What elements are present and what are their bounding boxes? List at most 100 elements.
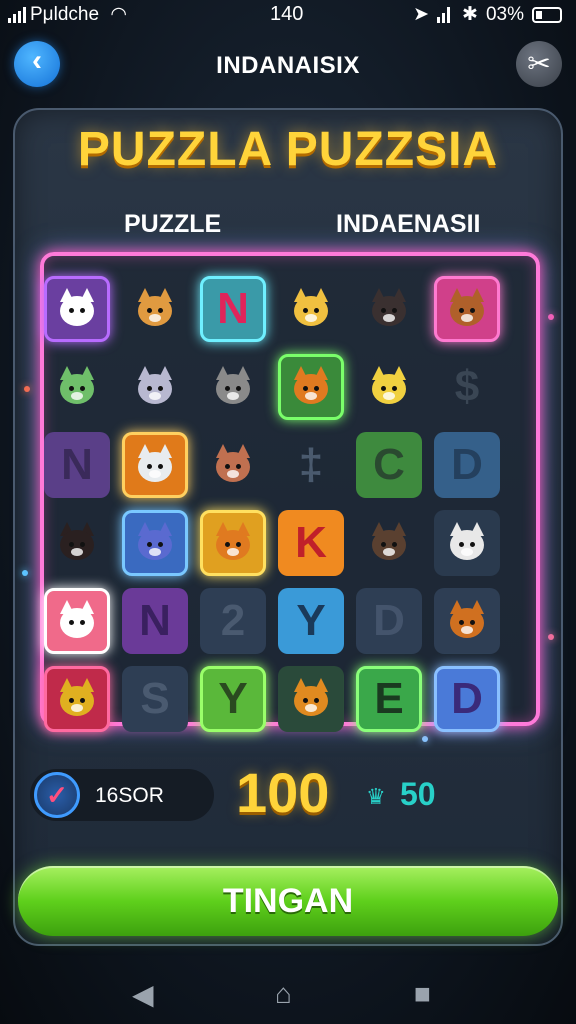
- cat-icon: [54, 676, 100, 722]
- sparkle-decoration: [548, 314, 554, 320]
- calico-cat-icon: [132, 442, 178, 488]
- status-bar: Pμldche ◠ 140 ➤ ✱ 03%: [0, 0, 576, 30]
- girl-icon: [54, 520, 100, 566]
- girl-icon: [210, 442, 256, 488]
- animal-tile[interactable]: [434, 588, 500, 654]
- tile-letter: S: [140, 674, 170, 723]
- fox-icon: [444, 598, 490, 644]
- animal-tile[interactable]: [278, 354, 344, 420]
- signal-icon: [8, 6, 26, 23]
- letter-tile[interactable]: D: [434, 666, 500, 732]
- letter-tile[interactable]: N: [200, 276, 266, 342]
- wifi-icon: ◠: [110, 4, 127, 25]
- animal-tile[interactable]: [356, 510, 422, 576]
- letter-tile[interactable]: D: [434, 432, 500, 498]
- sparkle-decoration: [24, 386, 30, 392]
- score-points: 100: [236, 761, 330, 824]
- animal-tile[interactable]: [44, 510, 110, 576]
- fox-icon: [210, 520, 256, 566]
- animal-tile[interactable]: [200, 510, 266, 576]
- animal-tile[interactable]: [200, 354, 266, 420]
- tile-letter: E: [374, 674, 404, 723]
- column-label-second: INDAENASII: [336, 210, 481, 238]
- page-title: INDANAISIX: [216, 52, 360, 79]
- letter-tile[interactable]: Y: [278, 588, 344, 654]
- signal-icon: [437, 6, 451, 23]
- animal-tile[interactable]: [122, 510, 188, 576]
- letter-tile[interactable]: E: [356, 666, 422, 732]
- animal-tile[interactable]: [356, 276, 422, 342]
- animal-tile[interactable]: [122, 276, 188, 342]
- letter-tile[interactable]: K: [278, 510, 344, 576]
- letter-tile[interactable]: S: [122, 666, 188, 732]
- animal-tile[interactable]: [278, 666, 344, 732]
- battery-icon: [532, 6, 562, 23]
- letter-tile[interactable]: 2: [200, 588, 266, 654]
- tile-letter: N: [217, 284, 249, 333]
- score-label: 16SOR: [95, 784, 164, 807]
- location-icon: ➤: [413, 4, 430, 25]
- animal-tile[interactable]: [44, 588, 110, 654]
- tile-letter: C: [373, 440, 405, 489]
- letter-tile[interactable]: ‡: [278, 432, 344, 498]
- husky-icon: [444, 520, 490, 566]
- letter-tile[interactable]: D: [356, 588, 422, 654]
- cat-icon: [54, 286, 100, 332]
- tile-letter: D: [451, 674, 483, 723]
- animal-tile[interactable]: [200, 432, 266, 498]
- crossed-tools-icon: ✂: [527, 48, 551, 79]
- check-badge[interactable]: ✓: [34, 772, 80, 818]
- sparkle-decoration: [22, 570, 28, 576]
- carrier-group: Pμldche ◠: [8, 3, 127, 26]
- letter-tile[interactable]: $: [434, 354, 500, 420]
- tile-letter: N: [61, 440, 93, 489]
- animal-tile[interactable]: [44, 354, 110, 420]
- battery-percent: 03%: [485, 3, 524, 25]
- battery-saver-icon: ✱: [462, 4, 478, 25]
- tile-letter: $: [454, 362, 480, 411]
- animal-tile[interactable]: [44, 666, 110, 732]
- tile-letter: 2: [220, 596, 246, 645]
- animal-tile[interactable]: [278, 276, 344, 342]
- hooded-cat-icon: [132, 364, 178, 410]
- letter-tile[interactable]: Y: [200, 666, 266, 732]
- game-title: PUZZLA PUZZSIA: [77, 123, 499, 176]
- tile-letter: D: [451, 440, 483, 489]
- navigation-bar: ◀ ⌂ ■: [0, 960, 576, 1024]
- play-button[interactable]: TINGAN: [18, 866, 558, 936]
- checkmark-icon: ✓: [46, 780, 68, 810]
- tile-letter: D: [373, 596, 405, 645]
- letter-tile[interactable]: C: [356, 432, 422, 498]
- nav-recents-icon[interactable]: ■: [414, 978, 431, 1010]
- play-button-label: TINGAN: [222, 882, 354, 920]
- animal-tile[interactable]: [356, 354, 422, 420]
- animal-tile[interactable]: [122, 432, 188, 498]
- blue-cat-icon: [132, 520, 178, 566]
- letter-tile[interactable]: N: [44, 432, 110, 498]
- nav-back-icon[interactable]: ◀: [132, 978, 154, 1011]
- fox-icon: [288, 676, 334, 722]
- status-right: ➤ ✱ 03%: [413, 3, 562, 26]
- animal-tile[interactable]: [434, 510, 500, 576]
- nav-home-icon[interactable]: ⌂: [275, 978, 292, 1010]
- animal-tile[interactable]: [44, 276, 110, 342]
- sparkle-decoration: [422, 736, 428, 742]
- girl-icon: [366, 286, 412, 332]
- animal-tile[interactable]: [434, 276, 500, 342]
- tile-letter: K: [295, 518, 327, 567]
- mouse-icon: [366, 364, 412, 410]
- tile-letter: N: [139, 596, 171, 645]
- tile-letter: Y: [218, 674, 248, 723]
- tools-button[interactable]: ✂: [516, 41, 562, 87]
- dog-icon: [444, 286, 490, 332]
- tile-letter: ‡: [298, 440, 324, 489]
- white-cat-icon: [54, 598, 100, 644]
- bonus-points: 50: [400, 776, 436, 812]
- fox-icon: [288, 286, 334, 332]
- letter-tile[interactable]: N: [122, 588, 188, 654]
- goblin-cat-icon: [54, 364, 100, 410]
- status-time: 140: [270, 3, 304, 25]
- puzzle-board: N $ N ‡ C D K N 2 Y D S Y E D: [40, 252, 540, 732]
- calico-cat-icon: [132, 286, 178, 332]
- animal-tile[interactable]: [122, 354, 188, 420]
